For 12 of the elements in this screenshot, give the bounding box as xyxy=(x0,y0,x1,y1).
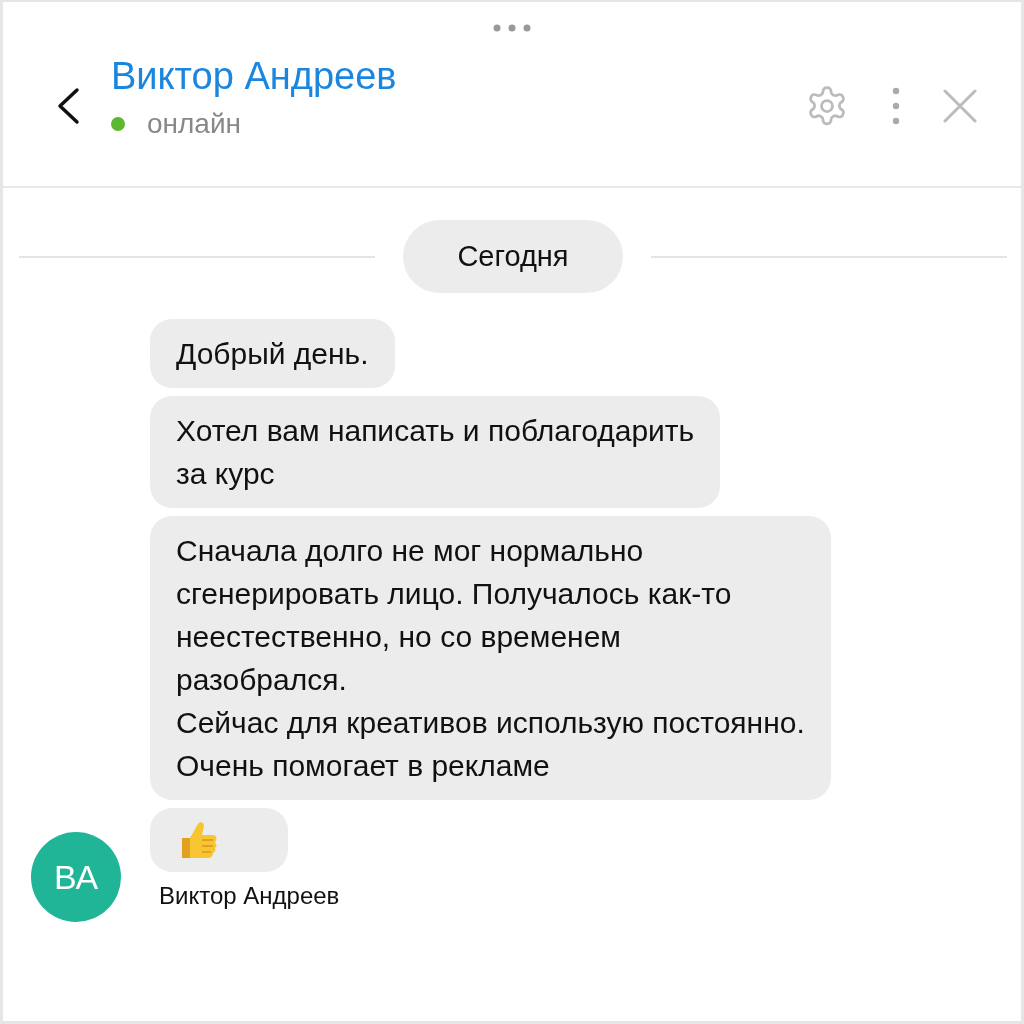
date-label: Сегодня xyxy=(403,220,623,293)
status-text: онлайн xyxy=(147,107,242,140)
sender-name: Виктор Андреев xyxy=(159,882,340,910)
contact-name: Виктор Андреев xyxy=(111,54,398,98)
back-button[interactable] xyxy=(55,86,81,126)
message-bubble: Добрый день. xyxy=(150,319,395,388)
more-options-button[interactable] xyxy=(891,86,901,126)
message-bubble: Сначала долго не мог нормально сгенерировать лицо. Получалось как-то неестественно, но со временем разобрался. Сейчас для креативов использую постоянно. Очень помогает в рекламе xyxy=(150,516,831,800)
message-bubble: Хотел вам написать и поблагодарить за курс xyxy=(150,396,721,508)
close-button[interactable] xyxy=(943,89,977,123)
drag-handle-icon[interactable] xyxy=(493,24,531,32)
avatar: ВА xyxy=(31,832,121,922)
